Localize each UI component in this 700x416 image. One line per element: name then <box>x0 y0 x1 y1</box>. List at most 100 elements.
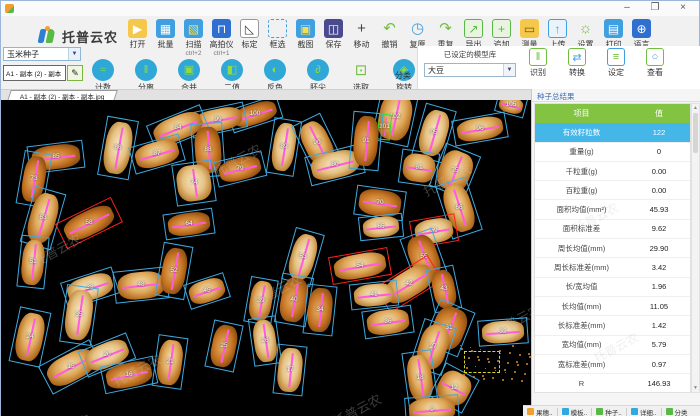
seed-detection-box[interactable]: 74 <box>171 159 216 206</box>
metric-label: 百粒重(g) <box>535 185 628 196</box>
seed-detection-box[interactable]: 45 <box>183 272 231 310</box>
button-label: 设定 <box>608 67 624 78</box>
results-scrollbar[interactable]: ▲ ▼ <box>691 103 700 393</box>
watermark-text: 托普云农 <box>40 409 95 416</box>
table-row[interactable]: 百粒重(g) 0.00 <box>535 181 690 200</box>
scroll-down-icon[interactable]: ▼ <box>692 385 699 391</box>
debris-particle <box>492 377 494 379</box>
embryo-tip-icon: ∂ <box>307 59 329 81</box>
toolbar-button-marquee[interactable]: 框选 <box>265 19 290 57</box>
seed-number-label: 63 <box>28 214 58 222</box>
tab-separator <box>591 408 592 416</box>
seed-image-canvas[interactable]: 1009984105102101959686878879857374899080… <box>1 100 531 416</box>
model-action-buttons: ‖识别 ⇄转换 ≡设定 ○查看 <box>524 48 669 78</box>
table-row[interactable]: 周长标准差(mm) 3.42 <box>535 258 690 277</box>
toolbar-button-batch[interactable]: ▦批量 <box>153 19 178 57</box>
table-row[interactable]: 面积均值(mm²) 45.93 <box>535 200 690 219</box>
model-select[interactable]: 大豆 ▼ <box>424 63 516 77</box>
table-row[interactable]: R 146.93 <box>535 374 690 393</box>
debris-particle <box>485 368 486 369</box>
seed-detection-box[interactable]: 58 <box>55 197 123 249</box>
table-row[interactable]: 长均值(mm) 11.05 <box>535 297 690 316</box>
seed-detection-box[interactable]: 32 <box>477 317 529 346</box>
edit-pencil-button[interactable]: ✎ <box>67 65 83 81</box>
doc-camera-icon: ⊓ <box>212 19 231 38</box>
seed-detection-box[interactable]: 35 <box>59 284 99 346</box>
maximize-button[interactable]: ❐ <box>641 1 669 16</box>
table-row[interactable]: 长/宽均值 1.96 <box>535 278 690 297</box>
metric-label: 宽标准差(mm) <box>535 359 628 370</box>
scrollbar-thumb[interactable] <box>693 113 698 153</box>
debris-particle <box>500 353 501 354</box>
metric-label: 重量(g) <box>535 146 628 157</box>
bottom-tab-2[interactable]: 模板.. <box>562 407 588 416</box>
model-button-recognize[interactable]: ‖识别 <box>524 48 552 78</box>
debris-particle <box>494 367 496 369</box>
table-row[interactable]: 宽标准差(mm) 0.97 <box>535 355 690 374</box>
table-row[interactable]: 宽均值(mm) 5.79 <box>535 336 690 355</box>
model-button-convert[interactable]: ⇄转换 <box>563 48 591 78</box>
metric-value: 45.93 <box>628 205 690 214</box>
toolbar-button-doc-camera[interactable]: ⊓高拍仪ctrl+1 <box>209 19 234 57</box>
bottom-tab-1[interactable]: 果穗.. <box>527 407 553 416</box>
close-button[interactable]: × <box>669 1 697 16</box>
seed-detection-box[interactable]: 96 <box>451 112 509 147</box>
button-label: 识别 <box>530 67 546 78</box>
seed-number-label: 24 <box>15 333 45 341</box>
metric-label: 千粒重(g) <box>535 166 628 177</box>
debris-particle <box>466 367 468 369</box>
seed-detection-box[interactable]: 21 <box>152 334 189 390</box>
seed-detection-box[interactable]: 9 <box>404 394 460 416</box>
model-select-value: 大豆 <box>425 65 503 76</box>
seed-detection-box[interactable]: 64 <box>162 208 215 241</box>
toolbar-button-screenshot[interactable]: ▣截图 <box>293 19 318 57</box>
seed-detection-box[interactable]: 51 <box>16 235 49 290</box>
table-row[interactable]: 重量(g) 0 <box>535 143 690 162</box>
seed-number-label: 89 <box>271 143 297 151</box>
metric-value: 5.79 <box>628 340 690 349</box>
model-button-view[interactable]: ○查看 <box>641 48 669 78</box>
toolbar-button-open[interactable]: ▶打开 <box>125 19 150 57</box>
seed-detection-box[interactable]: 25 <box>204 319 243 372</box>
table-row[interactable]: 周长均值(mm) 29.90 <box>535 239 690 258</box>
species-select[interactable]: 玉米种子 ▼ <box>3 47 81 61</box>
table-row[interactable]: 有效籽粒数 122 <box>535 123 690 142</box>
chevron-down-icon[interactable]: ▼ <box>68 48 80 60</box>
debris-particle <box>490 351 491 352</box>
toolbar-button-scan[interactable]: ▧扫描ctrl+2 <box>181 19 206 57</box>
tab-separator <box>626 408 627 416</box>
seed-detection-box[interactable]: 34 <box>302 284 337 337</box>
toolbar-button-save[interactable]: ◫保存 <box>321 19 346 57</box>
tab-separator <box>661 408 662 416</box>
toolbar-button-calibrate[interactable]: ◺标定 <box>237 19 262 57</box>
redo-icon: ↷ <box>436 19 455 38</box>
bottom-tab-5[interactable]: 分类 <box>666 407 688 416</box>
measure-icon: ▭ <box>520 19 539 38</box>
results-panel: 种子总结果 项目 值有效籽粒数 122重量(g) 0千粒重(g) 0.00百粒重… <box>531 89 700 406</box>
scroll-up-icon[interactable]: ▲ <box>692 105 699 111</box>
view-icon: ○ <box>646 48 664 66</box>
seed-detection-box[interactable]: 65 <box>358 213 404 241</box>
seed-detection-box[interactable]: 24 <box>9 306 52 367</box>
toolbar-button-undo[interactable]: ↶撤销 <box>377 19 402 57</box>
sample-name-input[interactable]: A1 - 副本 (2) - 副本 <box>3 65 66 81</box>
chevron-down-icon[interactable]: ▼ <box>503 64 515 76</box>
open-icon: ▶ <box>128 19 147 38</box>
toolbar-button-move[interactable]: +移动 <box>349 19 374 57</box>
bottom-tab-3[interactable]: 种子.. <box>596 407 622 416</box>
seed-detection-box[interactable]: 41 <box>349 280 399 311</box>
table-row[interactable]: 长标准差(mm) 1.42 <box>535 316 690 335</box>
model-button-configure[interactable]: ≡设定 <box>602 48 630 78</box>
convert-icon: ⇄ <box>568 48 586 66</box>
seed-detection-box[interactable]: 17 <box>272 344 307 397</box>
table-row[interactable]: 面积标准差 9.62 <box>535 220 690 239</box>
seed-number-label: 20 <box>82 351 132 359</box>
seed-detection-box[interactable]: 36 <box>361 305 414 340</box>
bottom-tab-4[interactable]: 详细.. <box>631 407 657 416</box>
debris-particle <box>470 347 471 348</box>
batch-icon: ▦ <box>156 19 175 38</box>
table-row[interactable]: 千粒重(g) 0.00 <box>535 162 690 181</box>
minimize-button[interactable]: – <box>613 1 641 16</box>
metric-label: 周长标准差(mm) <box>535 262 628 273</box>
seed-detection-box[interactable]: 91 <box>349 111 384 171</box>
